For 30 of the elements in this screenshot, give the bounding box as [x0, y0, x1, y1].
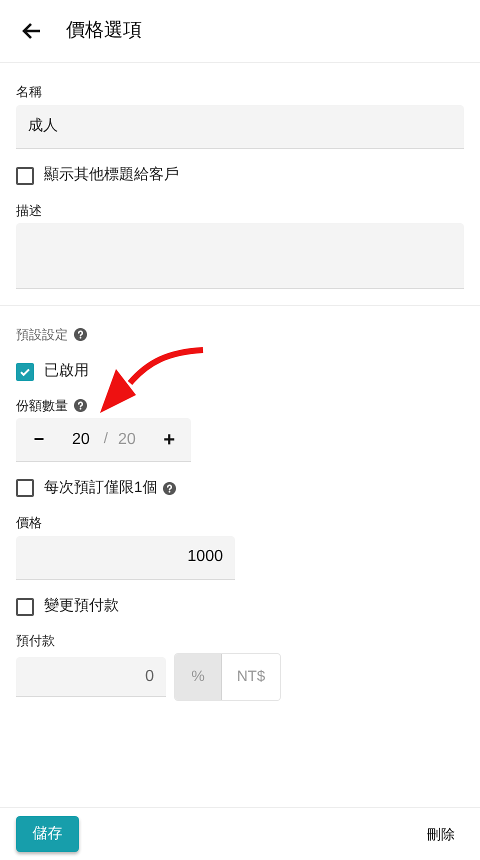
- description-input[interactable]: [16, 223, 464, 289]
- help-icon[interactable]: [74, 398, 87, 412]
- field-label: 名稱: [16, 83, 42, 101]
- checkbox[interactable]: [16, 166, 34, 184]
- quantity-max: 20: [118, 430, 136, 450]
- decrement-button[interactable]: −: [32, 426, 46, 453]
- separator: /: [104, 429, 108, 450]
- delete-button[interactable]: 刪除: [427, 824, 455, 844]
- checkbox[interactable]: [16, 598, 34, 616]
- help-icon[interactable]: [74, 328, 87, 342]
- checkbox[interactable]: [16, 479, 34, 497]
- field-label: 份額數量: [16, 396, 68, 414]
- increment-button[interactable]: +: [163, 424, 175, 454]
- deposit-input[interactable]: 0: [16, 657, 166, 697]
- checkbox-label: 變更預付款: [44, 596, 119, 616]
- field-label: 價格: [16, 514, 42, 532]
- page-title: 價格選項: [66, 18, 142, 43]
- checkbox-label: 已啟用: [44, 361, 89, 382]
- price-input[interactable]: 1000: [16, 536, 235, 580]
- checkmark-icon: [19, 366, 31, 378]
- checkbox[interactable]: [16, 362, 34, 380]
- quantity-value: 20: [72, 430, 90, 450]
- checkbox-label: 顯示其他標題給客戶: [44, 165, 179, 186]
- field-label: 描述: [16, 202, 42, 220]
- checkbox-label: 每次預訂僅限1個: [44, 478, 158, 498]
- quantity-stepper[interactable]: − 20 / 20 +: [16, 418, 191, 462]
- name-input[interactable]: 成人: [16, 104, 464, 148]
- field-label: 預設設定: [16, 326, 68, 344]
- help-icon[interactable]: [163, 482, 176, 494]
- field-label: 預付款: [16, 632, 55, 650]
